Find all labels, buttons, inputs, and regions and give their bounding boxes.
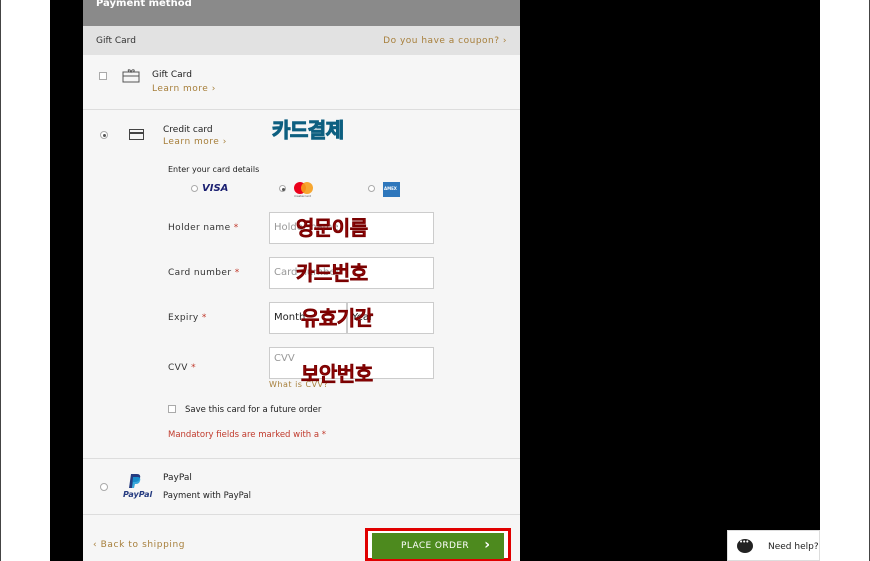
save-card-label: Save this card for a future order <box>185 405 322 415</box>
paypal-logo-text: PayPal <box>123 490 153 499</box>
paypal-radio[interactable] <box>100 483 108 491</box>
mastercard-radio[interactable] <box>279 185 286 192</box>
amex-radio[interactable] <box>368 185 375 192</box>
chevron-right-icon: › <box>484 537 490 553</box>
amex-logo: AMEX <box>383 182 400 197</box>
cvv-label: CVV * <box>168 363 196 373</box>
save-card-checkbox[interactable] <box>168 405 176 413</box>
chat-bubble-icon <box>737 538 753 553</box>
divider <box>83 514 520 515</box>
payment-panel: Payment method Gift Card Do you have a c… <box>83 0 520 561</box>
credit-card-title: Credit card <box>163 125 213 135</box>
annotation-card-number: 카드번호 <box>296 261 369 286</box>
mastercard-logo-label: mastercard <box>294 194 312 198</box>
paypal-subtitle: Payment with PayPal <box>163 491 251 501</box>
gift-card-checkbox[interactable] <box>99 72 107 80</box>
annotation-security-code: 보안번호 <box>301 362 374 387</box>
left-white-margin <box>0 0 50 561</box>
paypal-icon <box>129 474 141 488</box>
annotation-english-name: 영문이름 <box>296 216 369 241</box>
paypal-title: PayPal <box>163 473 192 483</box>
place-order-label: PLACE ORDER <box>401 541 470 551</box>
holder-name-label: Holder name * <box>168 223 239 233</box>
payment-method-title: Payment method <box>96 0 192 9</box>
gift-card-bar-label: Gift Card <box>96 36 136 46</box>
expiry-label: Expiry * <box>168 313 207 323</box>
divider <box>83 109 520 110</box>
need-help-widget[interactable]: Need help? <box>727 530 820 561</box>
gift-card-icon <box>122 69 140 83</box>
credit-card-learn-more[interactable]: Learn more › <box>163 137 227 147</box>
place-order-highlight: PLACE ORDER › <box>365 528 511 561</box>
need-help-label: Need help? <box>768 542 819 552</box>
enter-card-details-label: Enter your card details <box>168 165 260 174</box>
place-order-button[interactable]: PLACE ORDER › <box>372 533 504 559</box>
visa-radio[interactable] <box>191 185 198 192</box>
credit-card-radio[interactable] <box>100 131 108 139</box>
amex-logo-label: AMEX <box>384 186 397 191</box>
annotation-expiry: 유효기간 <box>301 306 374 331</box>
card-number-label: Card number * <box>168 268 240 278</box>
payment-method-header: Payment method <box>83 0 520 26</box>
right-white-margin <box>820 0 870 561</box>
mandatory-note: Mandatory fields are marked with a * <box>168 430 327 440</box>
gift-card-bar: Gift Card Do you have a coupon? › <box>83 26 520 55</box>
visa-logo: VISA <box>202 183 229 194</box>
credit-card-icon <box>129 129 144 140</box>
cvv-placeholder: CVV <box>274 353 295 364</box>
gift-card-learn-more[interactable]: Learn more › <box>152 84 216 94</box>
coupon-link[interactable]: Do you have a coupon? › <box>383 36 507 46</box>
annotation-card-payment: 카드결제 <box>272 118 345 143</box>
gift-card-title: Gift Card <box>152 70 192 80</box>
back-to-shipping-link[interactable]: ‹ Back to shipping <box>93 540 185 550</box>
divider <box>83 458 520 459</box>
